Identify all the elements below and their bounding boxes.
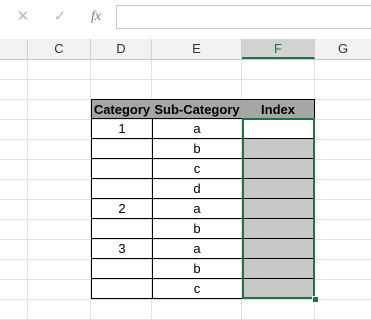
sub-category-cell[interactable]: a (152, 119, 243, 139)
category-cell[interactable] (91, 179, 153, 199)
sub-category-cell[interactable]: c (152, 159, 243, 179)
category-cell[interactable] (91, 279, 153, 299)
category-cell[interactable]: 3 (91, 239, 153, 259)
fill-handle[interactable] (312, 296, 319, 303)
column-header-e[interactable]: E (152, 39, 242, 59)
header-index[interactable]: Index (242, 99, 315, 119)
sub-category-cell[interactable]: b (152, 259, 243, 279)
column-header-g[interactable]: G (315, 39, 371, 59)
row-gridline (0, 79, 371, 80)
category-cell[interactable] (91, 159, 153, 179)
sub-category-cell[interactable]: c (152, 279, 243, 299)
category-cell[interactable]: 2 (91, 199, 153, 219)
index-cell[interactable] (242, 159, 315, 179)
column-header-left-partial[interactable] (0, 39, 28, 59)
index-cell[interactable] (242, 219, 315, 239)
index-cell[interactable] (242, 199, 315, 219)
sub-category-cell[interactable]: a (152, 199, 243, 219)
sub-category-cell[interactable]: b (152, 219, 243, 239)
index-cell[interactable] (242, 259, 315, 279)
column-header-f[interactable]: F (242, 39, 315, 59)
index-cell[interactable] (242, 239, 315, 259)
formula-input[interactable] (116, 5, 371, 29)
sub-category-cell[interactable]: b (152, 139, 243, 159)
category-cell[interactable] (91, 139, 153, 159)
header-sub-category[interactable]: Sub-Category (152, 99, 243, 119)
confirm-icon[interactable]: ✓ (51, 7, 69, 27)
category-cell[interactable] (91, 259, 153, 279)
sub-category-cell[interactable]: a (152, 239, 243, 259)
index-cell[interactable] (242, 179, 315, 199)
column-gridline (27, 60, 28, 319)
index-cell[interactable] (242, 279, 315, 299)
insert-function-icon[interactable]: fx (86, 7, 106, 27)
active-cell[interactable] (244, 120, 313, 138)
column-header-row: C D E F G (0, 39, 371, 60)
sub-category-cell[interactable]: d (152, 179, 243, 199)
column-header-c[interactable]: C (28, 39, 91, 59)
category-cell[interactable] (91, 219, 153, 239)
formula-bar: ✕ ✓ fx (0, 0, 371, 40)
header-category[interactable]: Category (91, 99, 153, 119)
index-cell[interactable] (242, 139, 315, 159)
cancel-icon[interactable]: ✕ (14, 7, 32, 27)
category-cell[interactable]: 1 (91, 119, 153, 139)
column-header-d[interactable]: D (91, 39, 152, 59)
